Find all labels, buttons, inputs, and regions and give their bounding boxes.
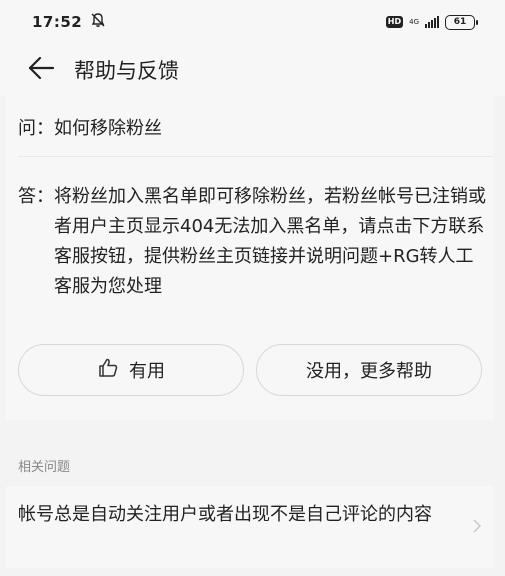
status-right: HD 4G 61 <box>385 14 478 30</box>
status-time: 17:52 <box>32 13 83 31</box>
signal-icon <box>425 16 439 28</box>
useful-label: 有用 <box>129 361 165 382</box>
answer-block: 答： 将粉丝加入黑名单即可移除粉丝，若粉丝帐号已注销或者用户主页显示404无法加… <box>18 182 488 302</box>
mute-bell-icon <box>90 12 106 32</box>
app-header: 帮助与反馈 <box>0 44 505 96</box>
answer-prefix: 答： <box>18 186 54 207</box>
status-bar: 17:52 HD 4G 61 <box>0 0 505 44</box>
related-section-label: 相关问题 <box>18 460 71 475</box>
useful-button[interactable]: 有用 <box>18 344 244 396</box>
network-type: 4G <box>409 17 419 26</box>
answer-text: 将粉丝加入黑名单即可移除粉丝，若粉丝帐号已注销或者用户主页显示404无法加入黑名… <box>54 186 486 297</box>
chevron-right-icon <box>473 518 482 537</box>
question-text: 问：如何移除粉丝 <box>18 118 162 139</box>
status-left: 17:52 <box>32 12 106 32</box>
more-help-label: 没用，更多帮助 <box>306 361 432 382</box>
hd-badge: HD <box>385 16 404 28</box>
battery-level: 61 <box>453 17 467 27</box>
back-button[interactable] <box>24 53 58 87</box>
divider <box>18 156 493 157</box>
back-arrow-icon <box>28 56 55 83</box>
battery-icon: 61 <box>445 14 478 30</box>
thumbs-up-icon <box>97 357 119 384</box>
qa-card: 问：如何移除粉丝 答： 将粉丝加入黑名单即可移除粉丝，若粉丝帐号已注销或者用户主… <box>6 96 493 420</box>
page-title: 帮助与反馈 <box>74 59 179 83</box>
related-item[interactable]: 帐号总是自动关注用户或者出现不是自己评论的内容 <box>6 486 493 568</box>
related-item-text: 帐号总是自动关注用户或者出现不是自己评论的内容 <box>18 504 432 525</box>
more-help-button[interactable]: 没用，更多帮助 <box>256 344 482 396</box>
